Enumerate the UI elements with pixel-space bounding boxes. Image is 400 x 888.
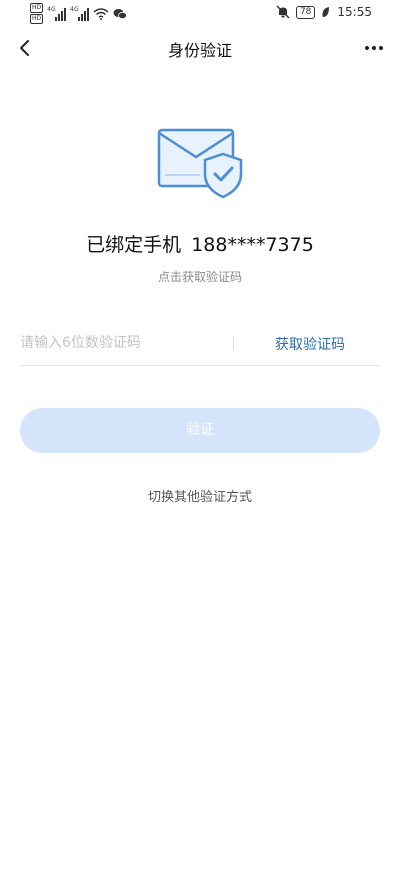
battery-icon: 78 — [295, 5, 316, 19]
signal-icon: 4G — [70, 5, 90, 21]
status-bar: HD HD 4G 4G 78 15:55 — [0, 0, 400, 28]
divider — [233, 336, 234, 350]
more-button[interactable] — [360, 34, 388, 62]
code-row: 获取验证码 — [20, 325, 380, 366]
network-type: 4G — [70, 5, 79, 13]
bound-phone: 已绑定手机 188****7375 — [0, 230, 400, 257]
verify-button[interactable]: 验证 — [20, 408, 380, 453]
wifi-icon — [93, 7, 109, 20]
status-left: HD HD 4G 4G — [30, 3, 128, 24]
bound-phone-number: 188****7375 — [191, 234, 314, 256]
envelope-shield-icon — [157, 128, 243, 199]
more-icon — [365, 46, 369, 50]
mute-icon — [276, 5, 290, 19]
more-icon — [372, 46, 376, 50]
status-right: 78 15:55 — [276, 5, 372, 19]
hd-badge: HD — [30, 14, 44, 24]
get-code-button[interactable]: 获取验证码 — [275, 334, 345, 354]
bound-phone-label: 已绑定手机 — [86, 234, 182, 256]
hd-badge: HD — [30, 3, 44, 13]
switch-method-link[interactable]: 切换其他验证方式 — [0, 486, 400, 505]
code-input[interactable] — [20, 331, 220, 355]
page-title: 身份验证 — [167, 41, 232, 60]
leaf-icon — [322, 7, 330, 17]
nav-bar: 身份验证 — [0, 28, 400, 68]
hint-text: 点击获取验证码 — [157, 270, 242, 284]
signal-icon: 4G — [47, 5, 67, 21]
network-type: 4G — [47, 5, 56, 13]
hd-badges: HD HD — [30, 3, 44, 24]
more-icon — [379, 46, 383, 50]
clock: 15:55 — [337, 5, 372, 19]
wechat-icon — [113, 8, 128, 19]
